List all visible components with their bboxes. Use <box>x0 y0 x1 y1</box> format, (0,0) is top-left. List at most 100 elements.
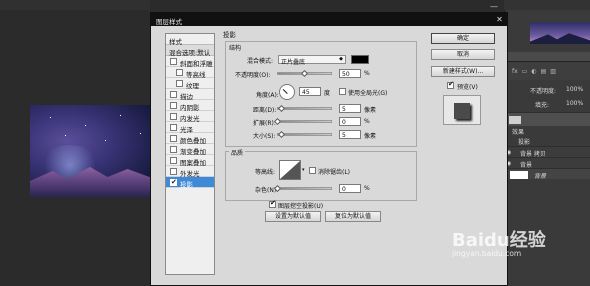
style-checkbox[interactable] <box>176 69 183 76</box>
global-light-checkbox[interactable] <box>339 88 346 95</box>
star <box>85 125 86 126</box>
star <box>105 140 106 141</box>
window-minimize-icon[interactable]: — <box>490 2 498 11</box>
style-item[interactable]: 描边 <box>166 89 214 101</box>
knockout-label: 图层挖空投影(U) <box>278 203 324 210</box>
noise-slider[interactable] <box>277 187 332 190</box>
style-checkbox[interactable] <box>170 58 177 65</box>
style-checkbox[interactable] <box>170 146 177 153</box>
shadow-color-swatch[interactable] <box>351 55 369 64</box>
reset-default-button[interactable]: 复位为默认值 <box>325 211 381 222</box>
trash-icon[interactable]: ▥ <box>550 68 556 75</box>
checkmark-icon: ✔ <box>270 199 276 207</box>
star <box>140 133 141 134</box>
style-checkbox[interactable] <box>170 168 177 175</box>
fill-text: 填充: <box>535 102 550 109</box>
close-icon[interactable]: ✕ <box>494 14 505 25</box>
style-checkbox[interactable]: ✔ <box>170 178 177 186</box>
make-default-button[interactable]: 设置为默认值 <box>265 211 321 222</box>
contour-curve <box>280 161 300 179</box>
spread-slider[interactable] <box>277 120 332 123</box>
preview-checkbox[interactable]: ✔ <box>447 80 454 89</box>
spread-label: 扩展(R): <box>253 120 276 127</box>
opacity-unit: % <box>364 70 370 77</box>
opacity-input[interactable]: 50 <box>339 69 361 78</box>
navigator-thumbnail <box>530 22 590 44</box>
preview-swatch <box>454 103 470 119</box>
options-bar <box>0 0 150 10</box>
chevron-down-icon[interactable]: ▾ <box>302 167 305 173</box>
opacity-value[interactable]: 100% <box>566 86 583 93</box>
canvas-image <box>30 105 155 197</box>
star <box>120 115 121 116</box>
fill-value[interactable]: 100% <box>566 100 583 107</box>
layer-row-copy[interactable]: ◉ 背景 拷贝 <box>504 146 590 158</box>
style-checkbox[interactable] <box>170 113 177 120</box>
blending-options-item[interactable]: 混合选项:默认 <box>166 45 214 57</box>
panel-icons: fx ▭ ◐ ▤ ▥ <box>504 62 590 80</box>
style-item[interactable]: 图案叠加 <box>166 155 214 167</box>
style-checkbox[interactable] <box>170 102 177 109</box>
style-item[interactable]: 等高线 <box>166 67 214 79</box>
section-title: 投影 <box>223 31 236 39</box>
antialias-checkbox[interactable] <box>309 167 316 174</box>
adjust-icon[interactable]: ◐ <box>531 68 536 75</box>
folder-icon[interactable]: ▤ <box>541 68 547 75</box>
preview-label: 预览(V) <box>457 84 478 91</box>
angle-unit: 度 <box>324 90 331 97</box>
style-checkbox[interactable] <box>176 80 183 87</box>
layer-effects[interactable]: 效果 <box>512 127 524 136</box>
layer-shadow-effect[interactable]: 投影 <box>518 137 530 146</box>
knockout-checkbox[interactable]: ✔ <box>269 199 276 208</box>
style-preview <box>443 95 481 125</box>
panel-tabbar <box>504 52 590 62</box>
angle-dial[interactable] <box>279 84 295 100</box>
style-item[interactable]: 外发光 <box>166 166 214 178</box>
new-style-button[interactable]: 新建样式(W)... <box>431 66 495 77</box>
fx-icon[interactable]: fx <box>512 68 518 75</box>
style-item[interactable]: 颜色叠加 <box>166 133 214 145</box>
style-item[interactable]: 渐变叠加 <box>166 144 214 156</box>
spread-input[interactable]: 0 <box>339 117 361 126</box>
style-checkbox[interactable] <box>170 91 177 98</box>
checkmark-icon: ✔ <box>171 178 177 186</box>
layer-row-bg[interactable]: ◉ 背景 <box>504 157 590 169</box>
structure-title: 结构 <box>229 45 242 52</box>
cancel-button[interactable]: 取消 <box>431 49 495 60</box>
ok-button[interactable]: 确定 <box>431 33 495 44</box>
style-checkbox[interactable] <box>170 157 177 164</box>
mask-icon[interactable]: ▭ <box>522 68 528 75</box>
size-label: 大小(S): <box>253 133 276 140</box>
size-input[interactable]: 5 <box>339 130 361 139</box>
distance-input[interactable]: 5 <box>339 104 361 113</box>
style-item[interactable]: 内发光 <box>166 111 214 123</box>
layer-thumb <box>509 116 521 124</box>
style-checkbox[interactable] <box>170 124 177 131</box>
style-item[interactable]: 光泽 <box>166 122 214 134</box>
style-item[interactable]: 斜面和浮雕 <box>166 56 214 68</box>
style-item[interactable]: 内阴影 <box>166 100 214 112</box>
distance-slider[interactable] <box>277 107 332 110</box>
styles-header[interactable]: 样式 <box>166 34 214 46</box>
layer-thumb <box>510 171 528 179</box>
layer-row-bg2[interactable]: 背景 <box>504 168 590 180</box>
quality-group <box>225 151 417 201</box>
style-checkbox[interactable] <box>170 135 177 142</box>
blend-mode-select[interactable]: 正片叠底 ◆ <box>278 55 346 66</box>
styles-list: 样式 混合选项:默认 斜面和浮雕 等高线 纹理 描边 内阴影 内发光 光泽 颜色叠加 渐变叠加图… <box>165 33 215 275</box>
style-item[interactable]: 纹理 <box>166 78 214 90</box>
checkmark-icon: ✔ <box>448 80 454 88</box>
chevron-down-icon: ◆ <box>339 56 343 62</box>
quality-title: 品质 <box>229 148 246 157</box>
opacity-label: 不透明度(O): <box>235 72 271 79</box>
contour-picker[interactable] <box>279 160 301 180</box>
dialog-title: 图层样式 <box>156 18 182 26</box>
angle-hand <box>282 89 288 94</box>
size-slider[interactable] <box>277 133 332 136</box>
angle-input[interactable]: 45 <box>299 87 321 96</box>
layer-row-current[interactable] <box>504 112 590 126</box>
noise-input[interactable]: 0 <box>339 184 361 193</box>
dialog-titlebar[interactable]: 图层样式 ✕ <box>151 13 507 26</box>
antialias-label: 消除锯齿(L) <box>318 169 351 176</box>
style-item[interactable]: ✔ 投影 <box>166 177 214 189</box>
